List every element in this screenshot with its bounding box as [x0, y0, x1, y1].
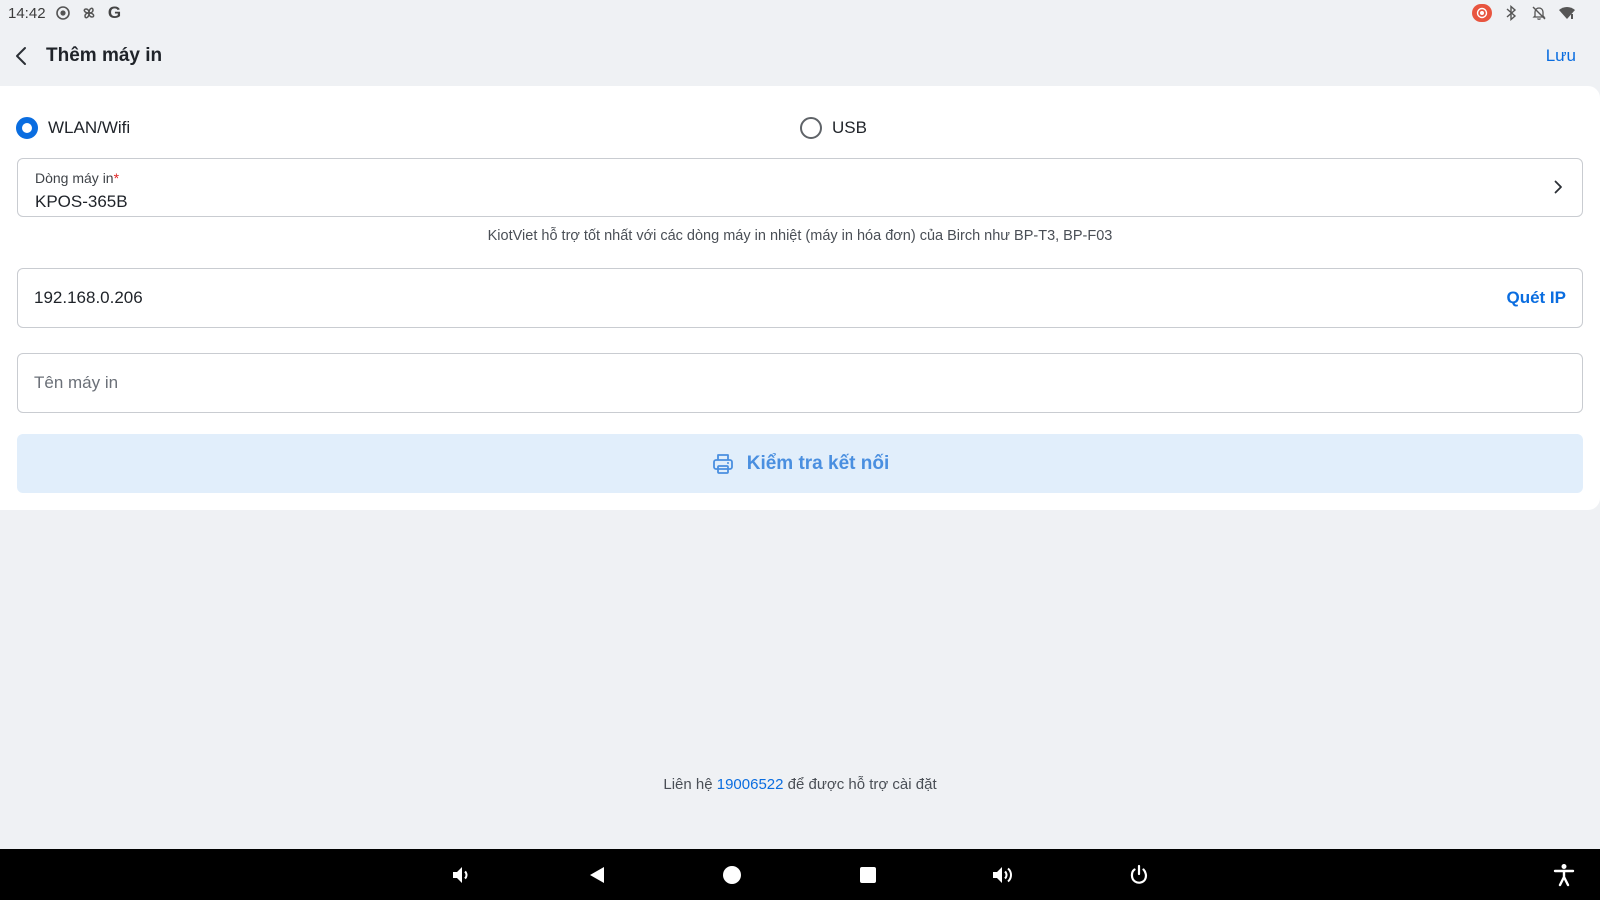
status-bar: 14:42 G [0, 0, 1600, 26]
radio-unchecked-icon [800, 117, 822, 139]
ip-field: Quét IP [17, 268, 1583, 328]
radio-usb[interactable]: USB [800, 117, 867, 139]
screen-record-icon [54, 4, 72, 22]
support-suffix: để được hỗ trợ cài đặt [787, 776, 937, 793]
test-connection-button[interactable]: Kiểm tra kết nối [17, 434, 1583, 493]
wifi-icon [1558, 4, 1576, 22]
printer-support-hint: KiotViet hỗ trợ tốt nhất với các dòng má… [487, 228, 1113, 244]
pinwheel-icon [80, 4, 98, 22]
printer-model-select[interactable]: Dòng máy in* KPOS-365B [17, 158, 1583, 217]
radio-wlan[interactable]: WLAN/Wifi [16, 117, 130, 139]
page-title: Thêm máy in [46, 45, 163, 66]
test-connection-label: Kiểm tra kết nối [746, 452, 890, 474]
record-indicator-icon [1472, 4, 1492, 22]
home-circle-icon[interactable] [719, 862, 745, 888]
scan-ip-button[interactable]: Quét IP [1506, 269, 1566, 327]
save-button[interactable]: Lưu [1546, 46, 1576, 66]
recents-square-icon[interactable] [855, 862, 881, 888]
printer-model-label-text: Dòng máy in [35, 170, 114, 186]
status-left: 14:42 G [8, 3, 124, 22]
required-star: * [113, 170, 120, 186]
system-nav-bar [0, 849, 1600, 900]
ip-input[interactable] [34, 269, 1334, 327]
app-header: Thêm máy in Lưu [0, 34, 1600, 78]
bluetooth-icon [1502, 4, 1520, 22]
connection-type-group: WLAN/Wifi USB [16, 117, 1584, 145]
header-left: Thêm máy in [10, 45, 162, 67]
volume-up-icon[interactable] [990, 862, 1016, 888]
back-triangle-icon[interactable] [584, 862, 610, 888]
printer-model-value: KPOS-365B [35, 192, 128, 211]
support-contact: Liên hệ 19006522 để được hỗ trợ cài đặt [0, 776, 1600, 793]
support-phone-link[interactable]: 19006522 [717, 776, 784, 793]
printer-name-input[interactable] [34, 354, 1554, 412]
printer-icon [712, 453, 733, 474]
radio-usb-label: USB [832, 118, 867, 137]
google-icon: G [107, 3, 122, 22]
chevron-left-icon [16, 47, 26, 65]
status-right [1472, 4, 1576, 22]
volume-down-icon[interactable] [448, 862, 474, 888]
printer-name-field [17, 353, 1583, 413]
radio-wlan-label: WLAN/Wifi [48, 118, 131, 137]
chevron-right-icon [1554, 180, 1562, 194]
status-time: 14:42 [8, 4, 46, 22]
notifications-off-icon [1530, 4, 1548, 22]
back-button[interactable] [10, 45, 32, 67]
support-prefix: Liên hệ [663, 776, 713, 793]
radio-checked-icon [16, 117, 38, 139]
printer-model-label: Dòng máy in* [35, 170, 119, 186]
accessibility-icon[interactable] [1551, 862, 1577, 888]
power-icon[interactable] [1126, 862, 1152, 888]
